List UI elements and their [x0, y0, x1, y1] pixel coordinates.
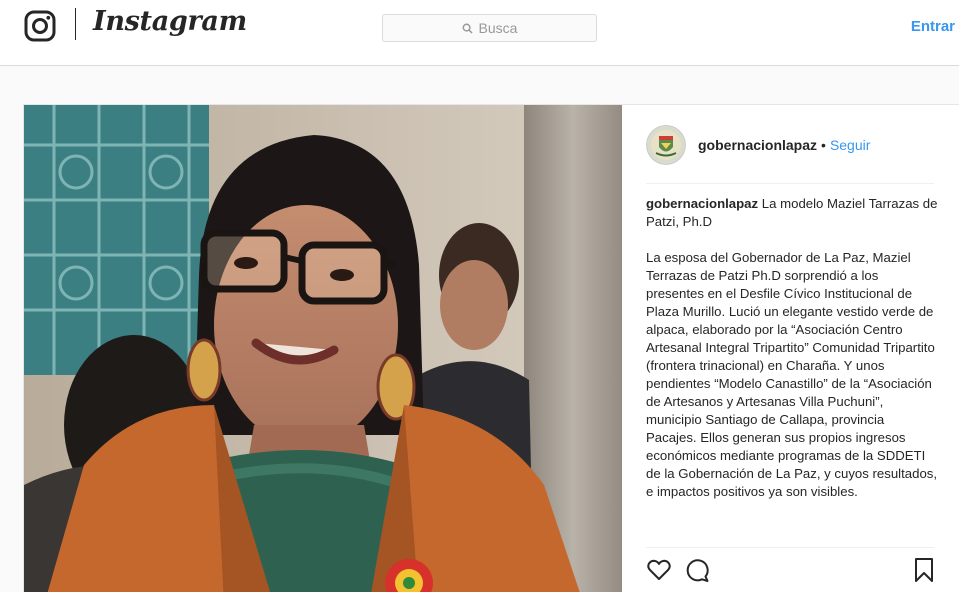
- post-sidebar: gobernacionlapaz • Seguir gobernacionlap…: [622, 105, 959, 592]
- search-input[interactable]: Busca: [382, 14, 597, 42]
- header-divider: [646, 183, 934, 184]
- caption-title-line: gobernacionlapaz La modelo Maziel Tarraz…: [646, 195, 938, 231]
- heart-icon[interactable]: [646, 557, 672, 583]
- instagram-camera-icon[interactable]: [24, 10, 56, 42]
- caption-username[interactable]: gobernacionlapaz: [646, 196, 758, 211]
- login-link[interactable]: Entrar: [911, 18, 955, 35]
- post-card: gobernacionlapaz • Seguir gobernacionlap…: [23, 104, 959, 592]
- actions-divider: [646, 547, 934, 548]
- search-icon: [462, 23, 473, 34]
- instagram-wordmark[interactable]: Instagram: [93, 6, 247, 37]
- post-actions: [646, 557, 936, 587]
- post-header: gobernacionlapaz • Seguir: [646, 125, 870, 165]
- coat-of-arms-icon: [646, 125, 686, 165]
- bookmark-icon[interactable]: [912, 557, 936, 583]
- caption-body: La esposa del Gobernador de La Paz, Mazi…: [646, 250, 938, 499]
- top-navigation-bar: Instagram Busca Entrar: [0, 0, 959, 66]
- comment-bubble-icon[interactable]: [684, 557, 710, 583]
- post-photo[interactable]: [24, 105, 622, 592]
- post-photo-illustration: [24, 105, 622, 592]
- post-username[interactable]: gobernacionlapaz: [698, 137, 817, 153]
- post-caption: gobernacionlapaz La modelo Maziel Tarraz…: [646, 195, 938, 501]
- follow-button[interactable]: Seguir: [830, 137, 870, 153]
- avatar[interactable]: [646, 125, 686, 165]
- separator-dot: •: [821, 137, 826, 153]
- logo-divider: [75, 8, 76, 40]
- search-placeholder: Busca: [478, 20, 518, 36]
